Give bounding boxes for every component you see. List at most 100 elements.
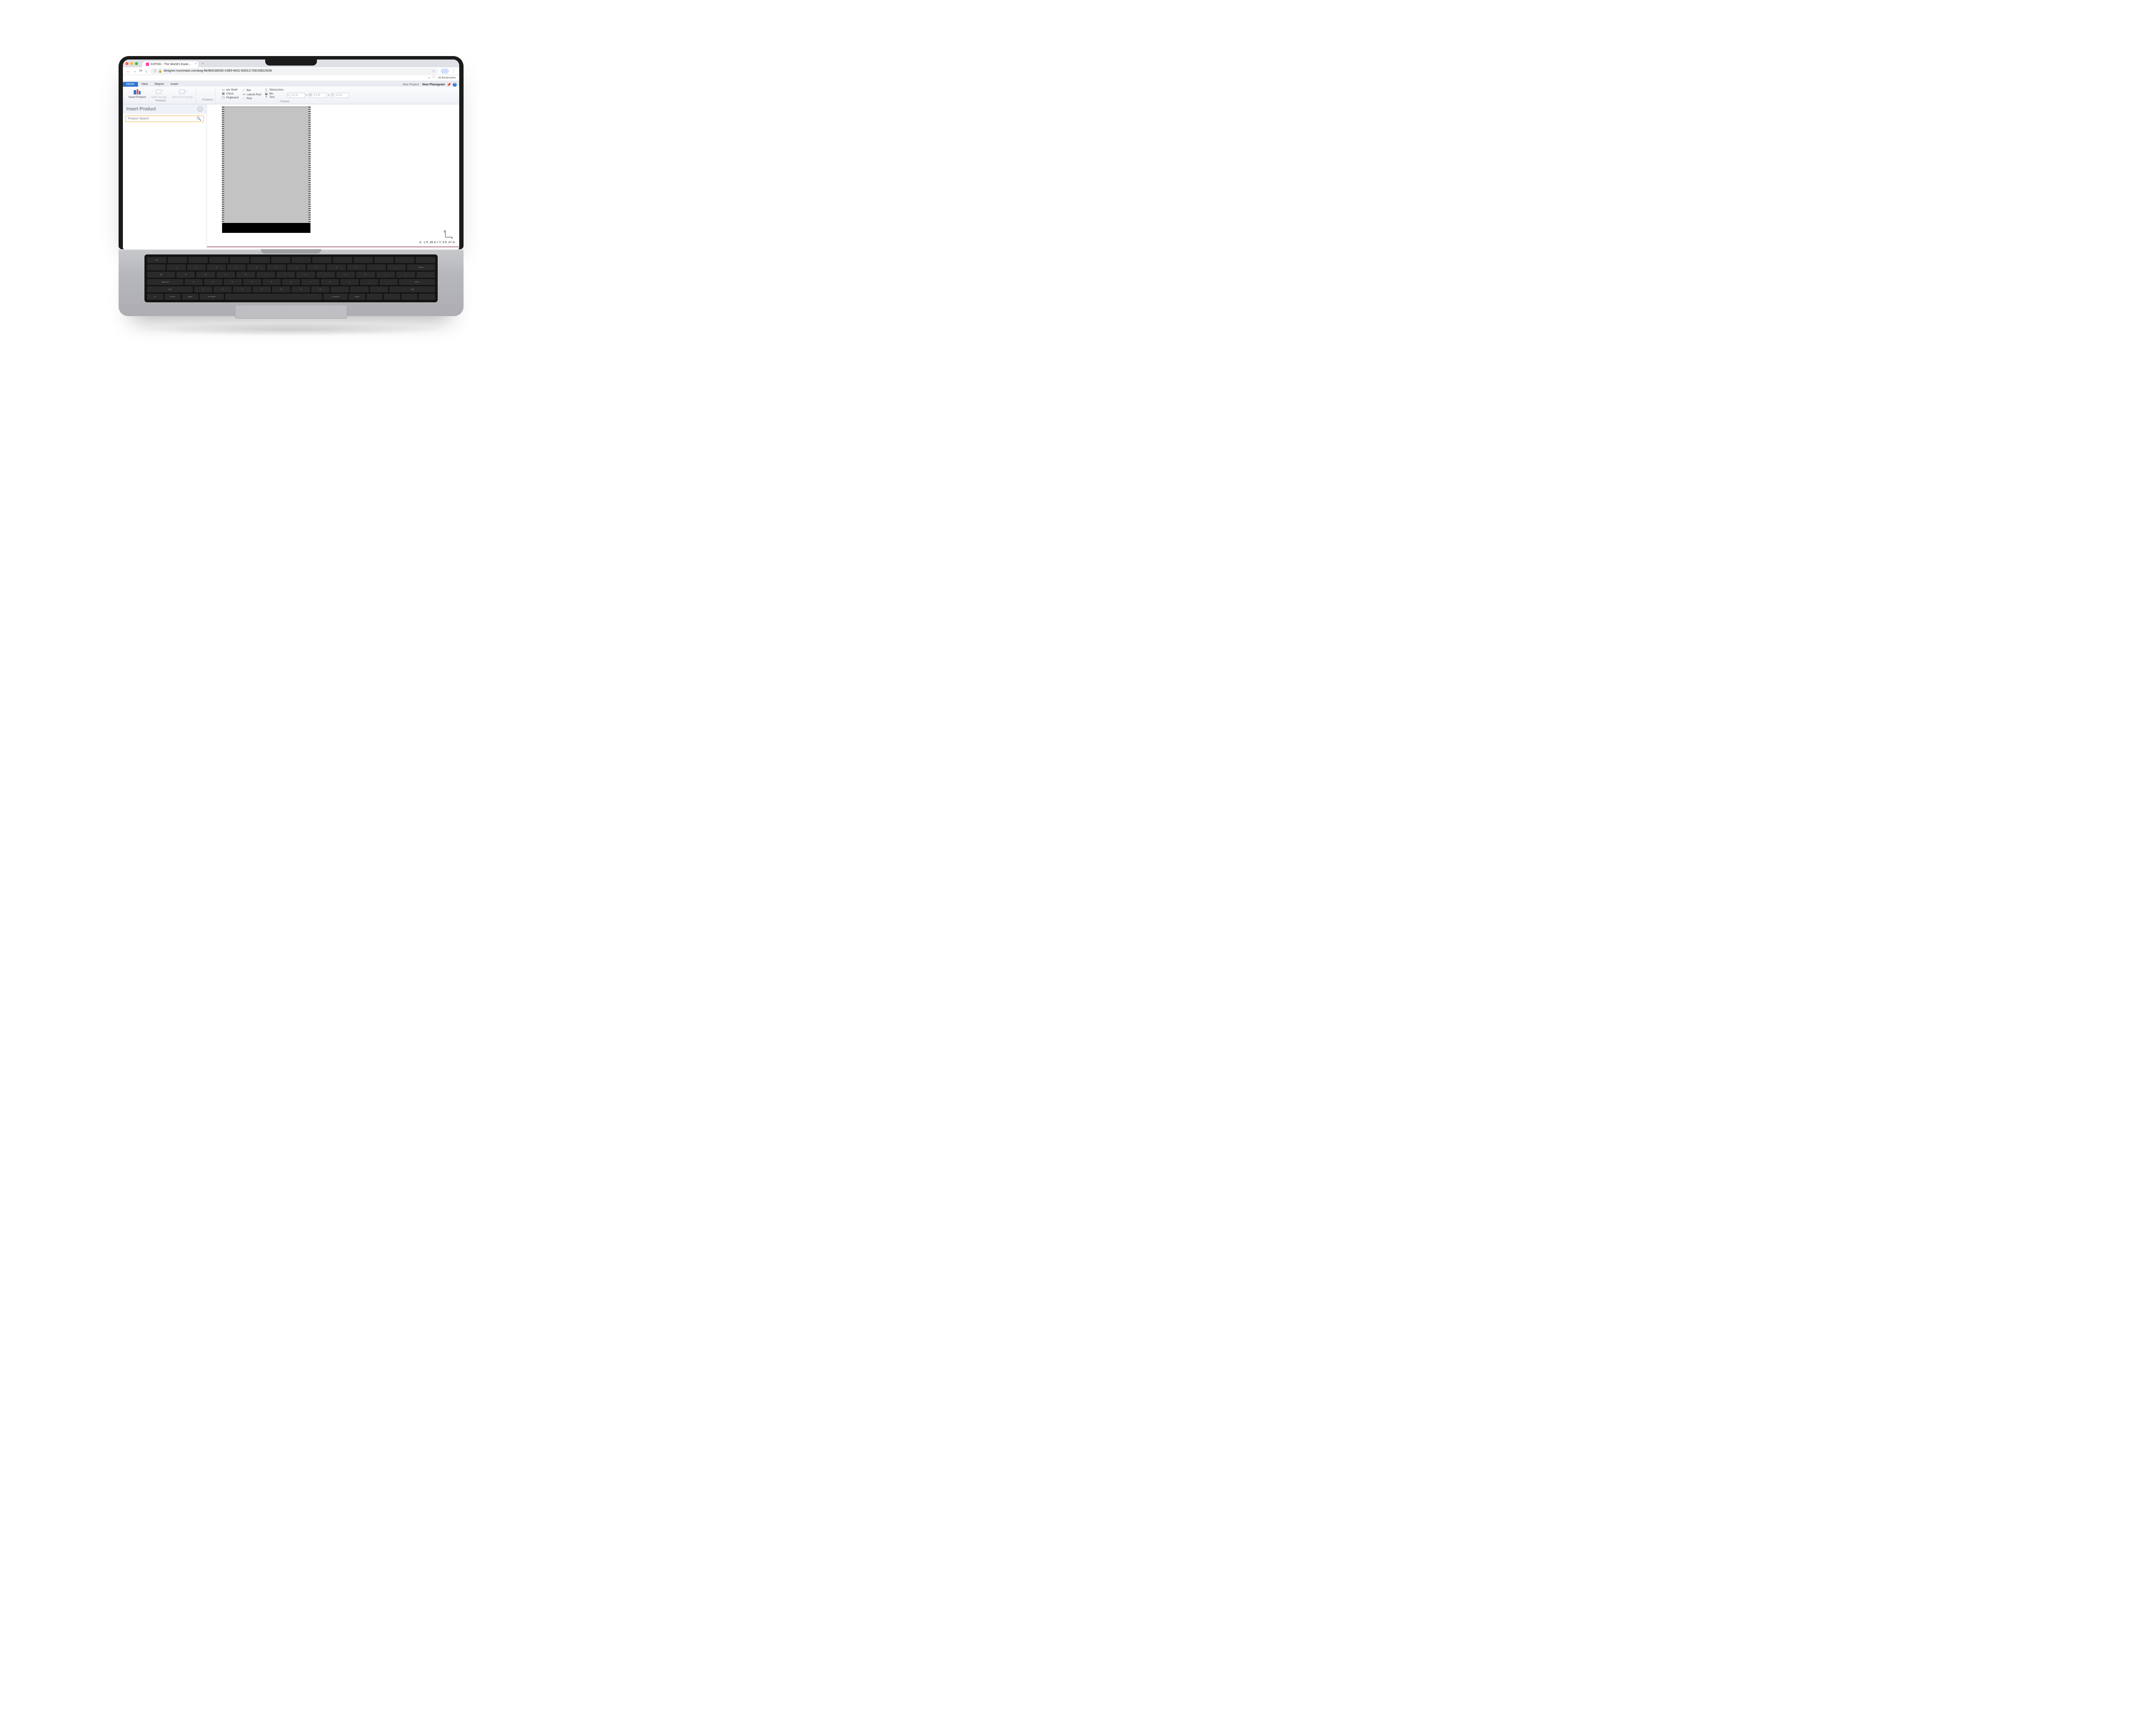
help-icon[interactable]: ? <box>453 83 457 87</box>
window-controls[interactable] <box>125 62 138 65</box>
key: return <box>399 279 435 285</box>
search-input[interactable] <box>126 116 194 122</box>
fixture-rod[interactable]: ⎯Rod <box>241 97 262 100</box>
fixture-shelf[interactable]: ▭e/e Shelf <box>221 88 239 91</box>
key: command <box>323 294 348 300</box>
key: C <box>233 286 251 292</box>
key: 7 <box>287 264 306 270</box>
camera-notch <box>265 60 317 66</box>
search-icon[interactable]: 🔍 <box>194 116 204 121</box>
extensions-button[interactable]: . <box>441 69 449 74</box>
key: X <box>213 286 232 292</box>
planogram-base[interactable] <box>222 223 310 233</box>
key: 3 <box>207 264 226 270</box>
key: E <box>216 272 235 278</box>
side-panel: Insert Product × 🔍 <box>123 104 207 249</box>
key: / <box>370 286 388 292</box>
tab-home[interactable]: Home <box>123 82 138 87</box>
dim-h-label: H <box>331 93 334 98</box>
key: ' <box>379 279 398 285</box>
canvas[interactable]: yx X: -1 ft .35 in • Y: 6 ft .47 in <box>207 104 459 249</box>
key <box>230 257 249 263</box>
drop-shadow <box>136 323 446 336</box>
key: L <box>340 279 358 285</box>
insert-product-button[interactable]: Insert Product <box>127 88 147 99</box>
site-info-icon[interactable]: ⓘ <box>154 69 157 73</box>
pegboard-icon: ▢ <box>222 96 225 99</box>
key <box>384 294 400 300</box>
pin-icon[interactable]: 📌 <box>447 83 451 87</box>
key: 9 <box>327 264 345 270</box>
key: esc <box>147 257 166 263</box>
fixture-bar[interactable]: ／Bar <box>241 88 262 92</box>
dim-w-input[interactable] <box>313 93 327 98</box>
folder-icon: 🗀 <box>432 75 436 80</box>
key <box>188 257 208 263</box>
planogram-back[interactable] <box>222 107 310 223</box>
reload-button[interactable]: ⟳ <box>139 69 143 73</box>
key: O <box>336 272 355 278</box>
fixture-bin[interactable]: ⬓Bin <box>264 92 284 95</box>
close-tab-icon[interactable]: × <box>195 63 197 66</box>
dim-h-input[interactable] <box>335 93 349 98</box>
new-tab-button[interactable]: + <box>200 61 205 66</box>
key: N <box>291 286 310 292</box>
home-button[interactable]: ⌂ <box>145 69 147 73</box>
key: H <box>282 279 300 285</box>
key <box>333 257 352 263</box>
url-field[interactable]: ⓘ 🔒 designer.myomnipix.com/pog-file/B0D3… <box>150 68 439 74</box>
key: 5 <box>247 264 266 270</box>
key: U <box>296 272 315 278</box>
screen-bezel: EZPOG - The World's Easie… × + ← → ⟳ ⌂ ⓘ… <box>119 56 464 249</box>
hinge-lip <box>261 249 321 254</box>
key: - <box>367 264 385 270</box>
fixture-pegboard[interactable]: ▢Pegboard <box>221 96 239 99</box>
key: W <box>196 272 215 278</box>
panel-title: Insert Product <box>126 107 156 112</box>
fixture-lateral-rod[interactable]: ⇥Lateral Rod <box>241 93 262 96</box>
svg-text:×: × <box>185 89 186 93</box>
key: shift <box>147 286 193 292</box>
group-label-products: Products <box>156 99 166 103</box>
key <box>416 257 435 263</box>
add-facings-icon: + <box>155 88 163 95</box>
key <box>374 257 394 263</box>
fixture-obstruction[interactable]: ▯Obstruction <box>264 88 284 91</box>
tab-insert[interactable]: Insert <box>167 82 182 87</box>
close-icon[interactable] <box>125 62 128 65</box>
ruler-left <box>222 107 224 223</box>
key: ; <box>360 279 378 285</box>
obstruction-icon: ▯ <box>265 88 268 91</box>
forward-button[interactable]: → <box>133 69 137 73</box>
key: V <box>253 286 271 292</box>
fixture-chest[interactable]: ▦Chest <box>221 92 239 95</box>
key: command <box>200 294 224 300</box>
dim-l-input[interactable] <box>291 93 305 98</box>
browser-menu-button[interactable]: ⋮ <box>451 69 456 73</box>
star-icon[interactable]: ☆ <box>432 69 435 73</box>
tab-view[interactable]: View <box>138 82 151 87</box>
svg-text:+: + <box>162 88 163 93</box>
panel-close-button[interactable]: × <box>197 106 203 112</box>
back-button[interactable]: ← <box>126 69 130 73</box>
fixture-text[interactable]: TText <box>264 96 284 99</box>
ribbon-group-fixtures: ▭e/e Shelf ▦Chest ▢Pegboard ／Bar ⇥Latera… <box>219 88 351 104</box>
screen: EZPOG - The World's Easie… × + ← → ⟳ ⌂ ⓘ… <box>123 60 459 249</box>
key: D <box>224 279 242 285</box>
maximize-icon[interactable] <box>135 62 138 65</box>
key: A <box>185 279 203 285</box>
workarea: Insert Product × 🔍 <box>123 104 459 249</box>
key <box>395 257 414 263</box>
tab-title: EZPOG - The World's Easie… <box>151 63 191 66</box>
planogram[interactable] <box>222 107 310 233</box>
text-icon: T <box>265 96 268 99</box>
tab-report[interactable]: Report <box>151 82 167 87</box>
product-search[interactable]: 🔍 <box>125 116 204 122</box>
key: 2 <box>187 264 206 270</box>
reading-list-icon[interactable]: » <box>428 76 430 79</box>
all-bookmarks-button[interactable]: All Bookmarks <box>438 76 456 79</box>
browser-tab[interactable]: EZPOG - The World's Easie… × <box>142 61 198 67</box>
minimize-icon[interactable] <box>130 62 133 65</box>
key: fn <box>147 294 163 300</box>
key <box>225 294 322 300</box>
